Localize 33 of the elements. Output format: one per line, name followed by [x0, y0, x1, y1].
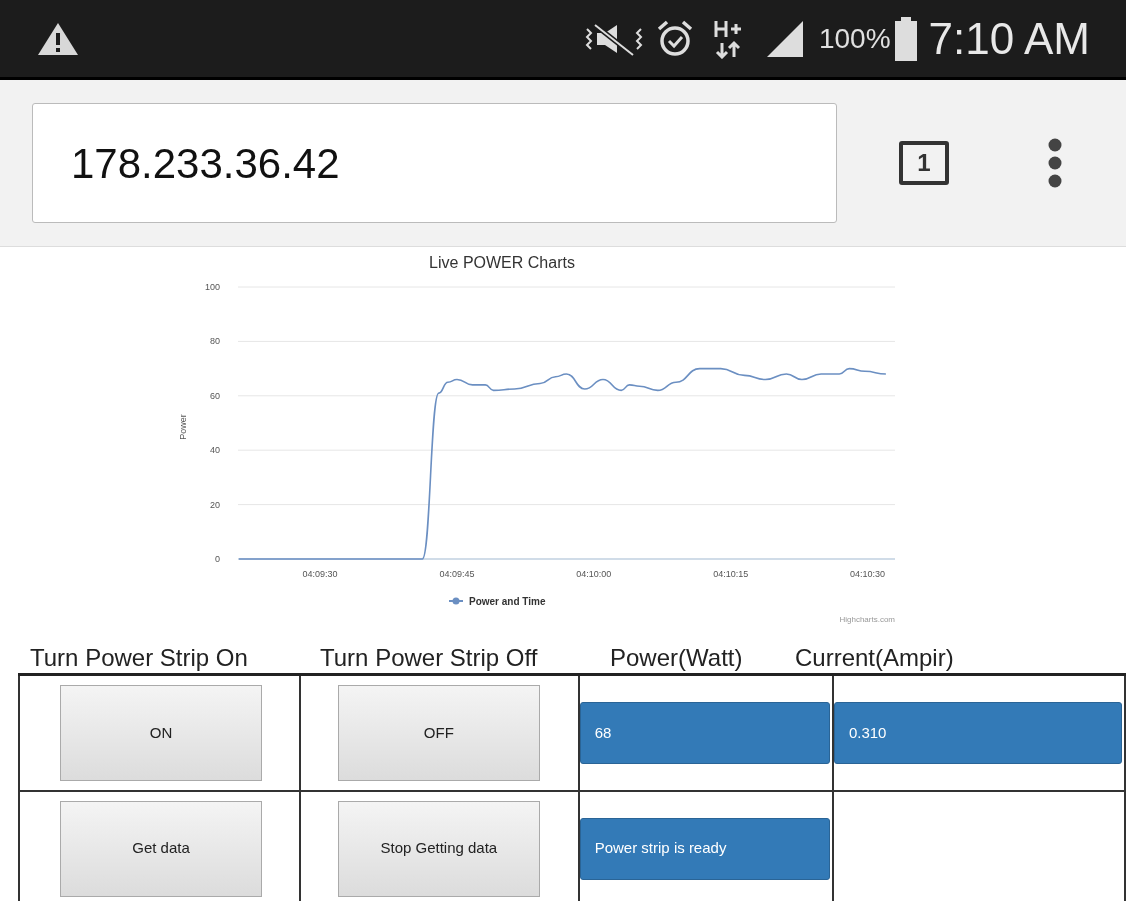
mobile-data-icon	[712, 18, 743, 59]
clock-time: 7:10 AM	[928, 12, 1090, 65]
y-tick-label: 20	[210, 499, 220, 510]
action-button[interactable]: OFF	[337, 684, 540, 781]
battery-percent: 100%	[818, 21, 891, 56]
column-heading: Turn Power Strip On	[30, 642, 248, 673]
action-button[interactable]: Get data	[60, 800, 262, 897]
column-heading: Current(Ampir)	[795, 642, 954, 673]
action-button[interactable]: ON	[60, 684, 262, 781]
menu-icon[interactable]	[1047, 137, 1063, 189]
action-button[interactable]: Stop Getting data	[337, 800, 540, 897]
x-tick-label: 04:09:45	[439, 569, 475, 579]
y-tick-label: 0	[215, 554, 220, 564]
x-tick-label: 04:10:15	[713, 569, 749, 579]
address-field[interactable]: 178.233.36.42	[32, 103, 837, 223]
battery-icon	[894, 16, 917, 61]
y-tick-label: 100	[204, 282, 220, 292]
legend-marker-icon	[448, 597, 464, 605]
y-tick-label: 40	[210, 445, 220, 456]
y-tick-label: 80	[210, 336, 220, 347]
tab-count-button[interactable]: 1	[899, 141, 949, 185]
legend-label[interactable]: Power and Time	[469, 596, 546, 607]
value-display: 68	[579, 701, 830, 764]
column-heading: Turn Power Strip Off	[320, 642, 538, 673]
value-display: Power strip is ready	[579, 817, 830, 880]
chart-title: Live POWER Charts	[429, 254, 575, 271]
x-tick-label: 04:09:30	[302, 569, 338, 579]
y-tick-label: 60	[210, 390, 220, 401]
x-tick-label: 04:10:30	[850, 569, 886, 579]
x-tick-label: 04:10:00	[576, 569, 612, 579]
y-axis-title: Power	[178, 414, 188, 440]
value-display: 0.310	[833, 701, 1122, 764]
column-heading: Power(Watt)	[610, 642, 743, 673]
